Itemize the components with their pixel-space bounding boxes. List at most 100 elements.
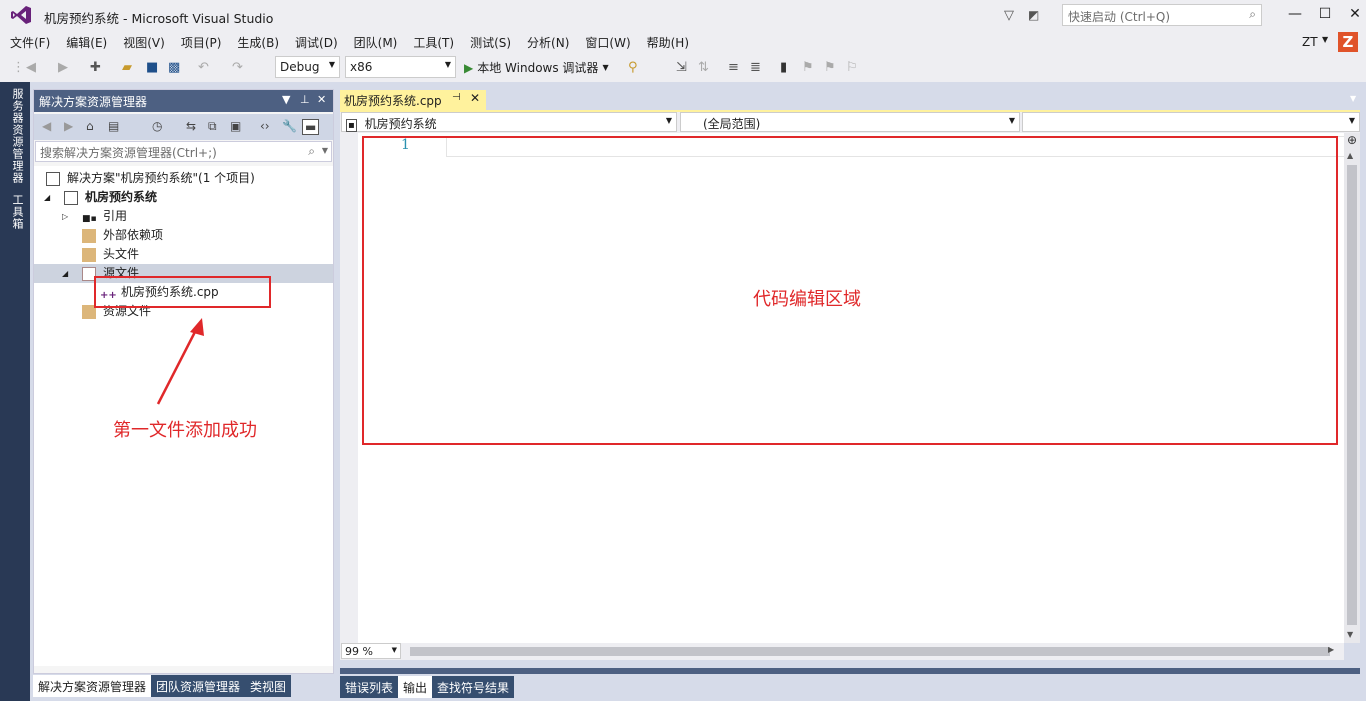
- pending-changes-icon[interactable]: ◷: [152, 119, 162, 133]
- tree-node-references[interactable]: ▷ ■▪ 引用: [34, 207, 333, 226]
- split-window-icon[interactable]: ⊕: [1344, 133, 1360, 151]
- properties-icon[interactable]: 🔧: [282, 119, 297, 133]
- output-panel-header: [340, 668, 1360, 674]
- user-avatar[interactable]: Z: [1338, 32, 1358, 52]
- menu-debug[interactable]: 调试(D): [289, 34, 344, 51]
- undo-icon[interactable]: ↶: [198, 60, 209, 75]
- visual-studio-logo-icon: [11, 6, 31, 24]
- quick-launch-input[interactable]: 快速启动 (Ctrl+Q) ⌕: [1062, 4, 1262, 26]
- window-title: 机房预约系统 - Microsoft Visual Studio: [44, 11, 274, 26]
- tab-class-view[interactable]: 类视图: [245, 675, 292, 697]
- title-bar: 机房预约系统 - Microsoft Visual Studio ▽ ◩ 快速启…: [0, 0, 1366, 30]
- vertical-scroll-thumb[interactable]: [1347, 165, 1357, 625]
- forward-icon[interactable]: ▶: [64, 119, 73, 133]
- notifications-icon[interactable]: ◩: [1028, 8, 1039, 22]
- vertical-scrollbar[interactable]: [1344, 133, 1360, 643]
- clear-bookmarks-icon[interactable]: ⚐: [846, 60, 858, 75]
- user-name[interactable]: ZT: [1302, 35, 1318, 49]
- menu-window[interactable]: 窗口(W): [579, 34, 636, 51]
- pin-icon[interactable]: ⊥: [300, 93, 310, 106]
- minimize-button[interactable]: —: [1280, 4, 1310, 24]
- maximize-button[interactable]: ☐: [1310, 4, 1340, 24]
- pin-tab-icon[interactable]: ⊣: [452, 92, 461, 103]
- tree-node-project[interactable]: ◢ 机房预约系统: [34, 188, 333, 207]
- scroll-up-icon[interactable]: ▲: [1347, 151, 1353, 160]
- document-tab-cpp[interactable]: 机房预约系统.cpp ⊣ ✕: [340, 90, 486, 110]
- open-file-icon[interactable]: ▰: [122, 60, 132, 75]
- menu-build[interactable]: 生成(B): [231, 34, 285, 51]
- collapse-all-icon[interactable]: ⧉: [208, 119, 217, 134]
- tree-node-header-files[interactable]: 头文件: [34, 245, 333, 264]
- close-tab-icon[interactable]: ✕: [470, 91, 480, 105]
- server-explorer-tab[interactable]: 服务器资源管理器: [9, 88, 25, 184]
- view-code-icon[interactable]: ‹›: [260, 119, 270, 133]
- uncomment-icon[interactable]: ≣: [750, 60, 761, 75]
- zoom-select[interactable]: 99 % ▼: [341, 643, 401, 659]
- switch-views-icon[interactable]: ▤: [108, 119, 119, 133]
- menu-team[interactable]: 团队(M): [348, 34, 404, 51]
- navigate-forward-icon[interactable]: ▶: [58, 60, 68, 75]
- member-select[interactable]: ▼: [1022, 112, 1360, 132]
- tab-solution-explorer[interactable]: 解决方案资源管理器: [33, 675, 152, 697]
- prev-bookmark-icon[interactable]: ⚑: [802, 60, 814, 75]
- tab-error-list[interactable]: 错误列表: [340, 676, 399, 698]
- collapse-arrow-icon[interactable]: ▷: [62, 207, 68, 226]
- menu-view[interactable]: 视图(V): [117, 34, 171, 51]
- start-debugging-button[interactable]: ▶ 本地 Windows 调试器 ▼: [464, 59, 609, 76]
- step-over-icon[interactable]: ⇅: [698, 60, 709, 75]
- tab-find-symbol-results[interactable]: 查找符号结果: [432, 676, 515, 698]
- bookmark-icon[interactable]: ▮: [780, 60, 787, 75]
- save-icon[interactable]: ■: [146, 60, 158, 75]
- menu-edit[interactable]: 编辑(E): [60, 34, 113, 51]
- filter-icon[interactable]: ▽: [1004, 8, 1014, 23]
- close-icon[interactable]: ✕: [317, 93, 326, 106]
- back-icon[interactable]: ◀: [42, 119, 51, 133]
- close-button[interactable]: ✕: [1340, 4, 1366, 24]
- show-all-files-icon[interactable]: ▣: [230, 119, 241, 133]
- chevron-down-icon[interactable]: ▼: [322, 146, 328, 155]
- scope-select[interactable]: (全局范围) ▼: [680, 112, 1020, 132]
- tab-output[interactable]: 输出: [398, 676, 433, 698]
- toolbox-tab[interactable]: 工具箱: [9, 194, 25, 230]
- solution-explorer-search-input[interactable]: 搜索解决方案资源管理器(Ctrl+;) ⌕ ▼: [35, 141, 332, 162]
- project-select[interactable]: ▪ 机房预约系统 ▼: [341, 112, 677, 132]
- user-menu-caret-icon[interactable]: ▼: [1322, 35, 1328, 44]
- menu-test[interactable]: 测试(S): [464, 34, 517, 51]
- tab-overflow-icon[interactable]: ▼: [1350, 94, 1356, 103]
- horizontal-scroll-thumb[interactable]: [410, 647, 1330, 656]
- redo-icon[interactable]: ↷: [232, 60, 243, 75]
- menu-project[interactable]: 项目(P): [175, 34, 228, 51]
- chevron-down-icon: ▼: [1008, 116, 1015, 125]
- menu-file[interactable]: 文件(F): [4, 34, 56, 51]
- tree-node-solution[interactable]: 解决方案"机房预约系统"(1 个项目): [34, 169, 333, 188]
- solution-icon: [46, 172, 60, 186]
- tab-team-explorer[interactable]: 团队资源管理器: [151, 675, 246, 697]
- search-icon: ⌕: [308, 144, 315, 158]
- preview-icon[interactable]: ▬: [302, 119, 320, 135]
- side-tab-strip: 服务器资源管理器 工具箱: [0, 82, 30, 701]
- scroll-right-icon[interactable]: ▶: [1328, 645, 1334, 654]
- find-in-files-icon[interactable]: ⚲: [628, 60, 638, 75]
- tree-node-external-deps[interactable]: 外部依赖项: [34, 226, 333, 245]
- annotation-file-added: 第一文件添加成功: [113, 420, 257, 441]
- next-bookmark-icon[interactable]: ⚑: [824, 60, 836, 75]
- expand-arrow-icon[interactable]: ◢: [62, 264, 68, 283]
- comment-icon[interactable]: ≡: [728, 60, 739, 75]
- expand-arrow-icon[interactable]: ◢: [44, 188, 50, 207]
- menu-tools[interactable]: 工具(T): [407, 34, 460, 51]
- platform-select[interactable]: x86 ▼: [345, 56, 456, 78]
- solution-explorer-title: 解决方案资源管理器 ▼ ⊥ ✕: [34, 90, 333, 112]
- new-project-icon[interactable]: ✚: [90, 60, 101, 75]
- sync-icon[interactable]: ⇆: [186, 119, 196, 133]
- menu-analyze[interactable]: 分析(N): [521, 34, 575, 51]
- save-all-icon[interactable]: ▩: [168, 60, 180, 75]
- scroll-down-icon[interactable]: ▼: [1347, 630, 1353, 639]
- menu-help[interactable]: 帮助(H): [641, 34, 695, 51]
- navigate-back-icon[interactable]: ◀: [26, 60, 36, 75]
- solution-explorer-tabs: 解决方案资源管理器 团队资源管理器 类视图: [33, 675, 292, 697]
- window-position-icon[interactable]: ▼: [282, 93, 290, 106]
- folder-icon: [82, 229, 96, 243]
- home-icon[interactable]: ⌂: [86, 119, 94, 133]
- configuration-select[interactable]: Debug ▼: [275, 56, 340, 78]
- step-icon[interactable]: ⇲: [676, 60, 687, 75]
